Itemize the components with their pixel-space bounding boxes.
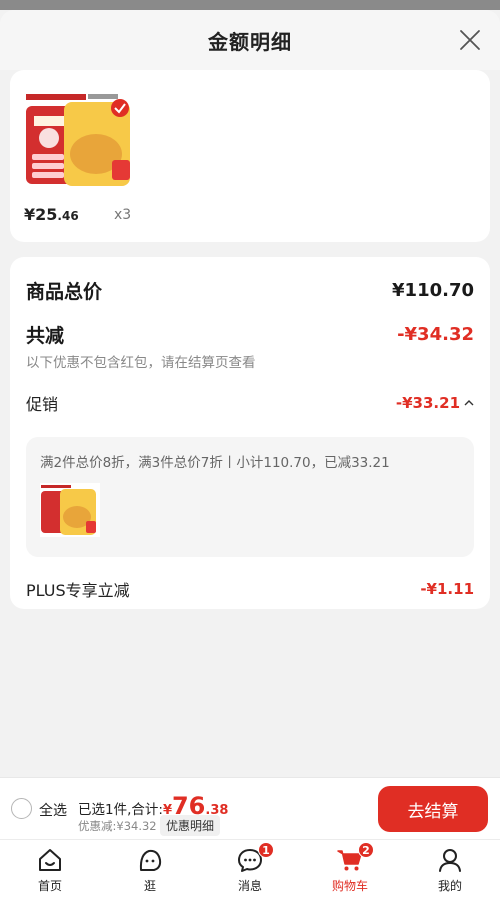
plus-discount-row: PLUS专享立减 -¥1.11 (26, 577, 474, 601)
promotion-value: -¥33.21 (395, 394, 460, 412)
select-all-label[interactable]: 全选 (39, 800, 67, 820)
product-price: ¥25.46 (24, 205, 79, 224)
discount-note: 以下优惠不包含红包，请在结算页查看 (26, 355, 256, 371)
summary-prefix: 已选1件,合计: (78, 802, 163, 818)
total-label: 商品总价 (26, 281, 103, 303)
discount-detail-button[interactable]: 优惠明细 (160, 815, 221, 836)
close-icon[interactable] (458, 28, 482, 52)
cart-badge: 2 (358, 842, 374, 858)
price-breakdown-card: 商品总价 ¥110.70 共减 -¥34.32 以下优惠不包含红包，请在结算页查… (10, 257, 490, 609)
tab-home[interactable]: 首页 (0, 840, 100, 899)
total-row: 商品总价 ¥110.70 (26, 277, 474, 304)
tab-explore-label: 逛 (143, 879, 156, 893)
reduction-row: 共减 -¥34.32 (26, 321, 474, 348)
amount-detail-sheet: 金额明细 ¥25.46 x3 商品总价 ¥110.70 共减 -¥34.32 以… (0, 10, 500, 780)
promotion-detail-box: 满2件总价8折，满3件总价7折丨小计110.70，已减33.21 (26, 437, 474, 557)
plus-discount-label: PLUS专享立减 (26, 581, 130, 600)
tab-profile[interactable]: 我的 (400, 840, 500, 899)
sheet-header: 金额明细 (0, 10, 500, 70)
product-price-dec: .46 (57, 209, 79, 223)
tab-profile-label: 我的 (437, 879, 462, 893)
promotion-value-wrap: -¥33.21 (396, 394, 474, 412)
tab-messages-label: 消息 (237, 879, 262, 893)
reduction-value: -¥34.32 (397, 324, 474, 345)
promotion-product-thumbnail (40, 483, 100, 537)
bottom-tab-bar: 首页 逛 1 消息 2 购物车 我的 (0, 839, 500, 899)
product-card: ¥25.46 x3 (10, 70, 490, 242)
profile-icon (439, 849, 461, 872)
reduction-label: 共减 (26, 325, 65, 347)
tab-messages[interactable]: 1 消息 (200, 840, 300, 899)
status-strip (0, 0, 500, 10)
promotion-detail-text: 满2件总价8折，满3件总价7折丨小计110.70，已减33.21 (40, 455, 390, 471)
promotion-row[interactable]: 促销 -¥33.21 (26, 391, 474, 415)
tab-cart[interactable]: 2 购物车 (300, 840, 400, 899)
product-image[interactable] (24, 90, 140, 192)
promotion-label: 促销 (26, 395, 59, 414)
product-quantity: x3 (114, 207, 132, 223)
explore-icon (139, 849, 162, 871)
message-badge: 1 (258, 842, 274, 858)
checkout-button[interactable]: 去结算 (378, 786, 488, 832)
product-price-int: ¥25 (24, 205, 58, 224)
tab-cart-label: 购物车 (331, 879, 368, 893)
tab-explore[interactable]: 逛 (100, 840, 200, 899)
tab-home-label: 首页 (37, 879, 62, 893)
home-icon (39, 849, 61, 871)
plus-discount-value: -¥1.11 (420, 580, 474, 598)
select-all-checkbox[interactable] (11, 798, 32, 819)
checkout-bar: 全选 已选1件,合计:¥76.38 优惠减:¥34.32 优惠明细 去结算 (0, 777, 500, 839)
sheet-title: 金额明细 (208, 29, 292, 54)
discount-summary: 优惠减:¥34.32 (78, 819, 157, 833)
total-value: ¥110.70 (392, 280, 474, 301)
chevron-up-icon[interactable] (464, 398, 474, 408)
